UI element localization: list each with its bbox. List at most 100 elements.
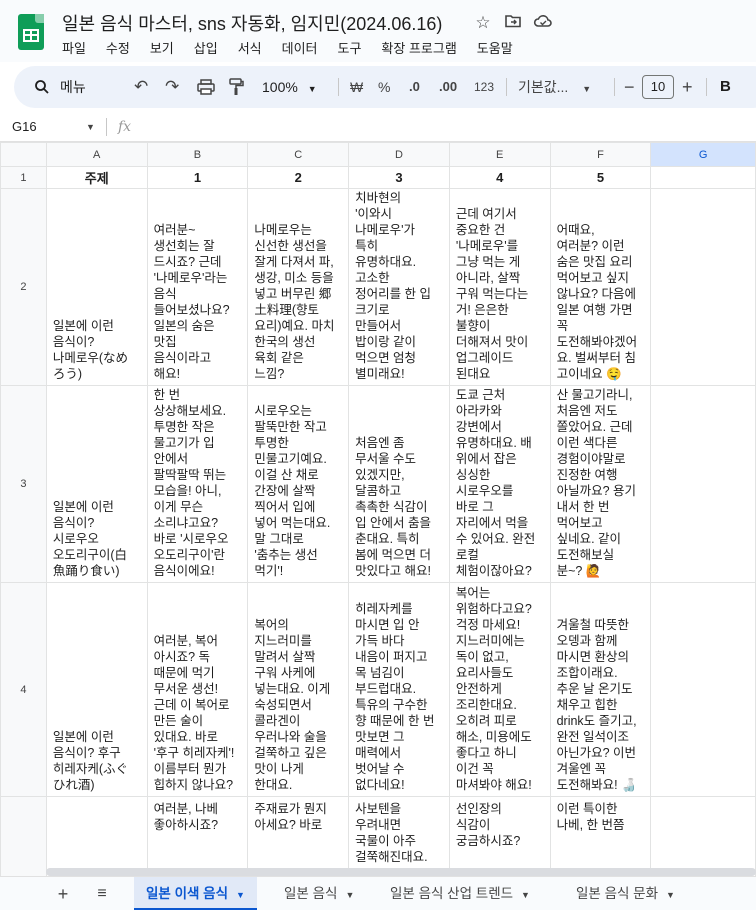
- sheet-tab[interactable]: 일본 음식 ▼: [272, 877, 366, 910]
- format-currency-button[interactable]: ₩: [350, 66, 363, 108]
- cell[interactable]: 치바현의 '이와시 나메로우'가 특히 유명하대요. 고소한 정어리를 한 입 …: [348, 188, 450, 386]
- title-bar: 일본 음식 마스터, sns 자동화, 임지민(2024.06.16) ☆ 파일…: [0, 0, 756, 62]
- cell[interactable]: [650, 582, 756, 797]
- menu-insert[interactable]: 삽입: [194, 38, 229, 57]
- cell[interactable]: 사보텐을 우려내면 국물이 아주 걸쭉해진대요.: [348, 796, 450, 876]
- formula-input[interactable]: [150, 112, 750, 142]
- column-header[interactable]: C: [247, 142, 350, 167]
- cell[interactable]: 선인장의 식감이 궁금하시죠?: [448, 796, 551, 876]
- cell[interactable]: 복어의 지느러미를 말려서 살짝 구워 사케에 넣는대요. 이게 숙성되면서 콜…: [247, 582, 350, 797]
- menu-extensions[interactable]: 확장 프로그램: [381, 38, 467, 57]
- cell[interactable]: [650, 166, 756, 189]
- toolbar-divider: [614, 78, 615, 96]
- cell[interactable]: 여러분~ 생선회는 잘 드시죠? 근데 '나메로우'라는 음식 들어보셨나요? …: [146, 188, 249, 386]
- all-sheets-menu-icon[interactable]: ≡: [89, 877, 115, 910]
- cell[interactable]: 히레자케를 마시면 입 안 가득 바다 내음이 퍼지고 목 넘김이 부드럽대요.…: [348, 582, 450, 797]
- cell[interactable]: [650, 188, 756, 386]
- menu-bar: 파일 수정 보기 삽입 서식 데이터 도구 확장 프로그램 도움말: [62, 38, 533, 57]
- menu-view[interactable]: 보기: [150, 38, 185, 57]
- cell-header-2[interactable]: 2: [247, 166, 350, 189]
- cell-header-3[interactable]: 3: [348, 166, 450, 189]
- cell[interactable]: 나메로우는 신선한 생선을 잘게 다져서 파, 생강, 미소 등을 넣고 버무린…: [247, 188, 350, 386]
- undo-icon[interactable]: ↶: [134, 66, 148, 108]
- bold-button[interactable]: B: [720, 66, 731, 108]
- zoom-select[interactable]: 100% ▼: [262, 66, 317, 108]
- row-header[interactable]: 1: [0, 166, 47, 189]
- menu-edit[interactable]: 수정: [106, 38, 141, 57]
- increase-decimal-button[interactable]: .00: [439, 66, 457, 108]
- chevron-down-icon: ▼: [345, 890, 355, 900]
- cell[interactable]: 복어는 위험하다고요? 걱정 마세요! 지느러미에는 독이 없고, 요리사들도 …: [448, 582, 551, 797]
- horizontal-scrollbar[interactable]: [46, 868, 756, 876]
- column-header[interactable]: B: [146, 142, 249, 167]
- cell[interactable]: 처음엔 좀 무서울 수도 있겠지만, 달콤하고 촉촉한 식감이 입 안에서 춤을…: [348, 385, 450, 583]
- cell[interactable]: 여러분, 복어 아시죠? 독 때문에 먹기 무서운 생선! 근데 이 복어로 만…: [146, 582, 249, 797]
- row-header[interactable]: [0, 796, 47, 876]
- print-icon[interactable]: [197, 66, 215, 108]
- chevron-down-icon: ▼: [521, 890, 530, 900]
- search-icon[interactable]: [34, 66, 50, 108]
- cell[interactable]: [650, 385, 756, 583]
- cell-header-4[interactable]: 4: [448, 166, 551, 189]
- column-header-selected[interactable]: G: [650, 142, 756, 167]
- toolbar-divider: [338, 78, 339, 96]
- column-header[interactable]: A: [45, 142, 148, 167]
- cell[interactable]: 여러분, 나베 좋아하시죠?: [146, 796, 249, 876]
- increase-font-size-icon[interactable]: +: [682, 66, 693, 108]
- menu-data[interactable]: 데이터: [282, 38, 329, 57]
- cell-topic[interactable]: [45, 796, 148, 876]
- font-size-input[interactable]: 10: [642, 75, 674, 99]
- cell-header-1[interactable]: 1: [146, 166, 249, 189]
- sheet-tab-active[interactable]: 일본 이색 음식 ▼: [134, 877, 257, 910]
- sheet-tab[interactable]: 일본 음식 산업 트렌드 ▼: [378, 877, 542, 910]
- menu-format[interactable]: 서식: [238, 38, 273, 57]
- star-icon[interactable]: ☆: [472, 12, 494, 34]
- toolbar-divider: [506, 78, 507, 96]
- menu-tools[interactable]: 도구: [338, 38, 373, 57]
- row-header[interactable]: 2: [0, 188, 47, 386]
- name-box[interactable]: G16: [12, 112, 37, 142]
- redo-icon[interactable]: ↷: [165, 66, 179, 108]
- cell[interactable]: 산 물고기라니, 처음엔 저도 쫄았어요. 근데 이런 색다른 경험이야말로 진…: [549, 385, 652, 583]
- select-all-corner[interactable]: [0, 142, 47, 167]
- chevron-down-icon[interactable]: ▼: [86, 112, 95, 142]
- menu-file[interactable]: 파일: [62, 38, 97, 57]
- cell-topic[interactable]: 일본에 이런 음식이? 시로우오 오도리구이(白 魚踊り食い): [45, 385, 148, 583]
- title-icons: ☆: [472, 12, 554, 34]
- cell[interactable]: [650, 796, 756, 876]
- search-menus-input[interactable]: 메뉴: [60, 66, 86, 108]
- column-header[interactable]: F: [549, 142, 652, 167]
- menu-help[interactable]: 도움말: [477, 38, 524, 57]
- column-header[interactable]: D: [348, 142, 450, 167]
- decrease-font-size-icon[interactable]: −: [624, 66, 635, 108]
- cell[interactable]: 주재료가 뭔지 아세요? 바로: [247, 796, 350, 876]
- column-header[interactable]: E: [448, 142, 551, 167]
- sheet-tabs-bar: + ≡ 일본 이색 음식 ▼ 일본 음식 ▼ 일본 음식 산업 트렌드 ▼ 일본 음식…: [0, 876, 756, 910]
- row-header[interactable]: 3: [0, 385, 47, 583]
- decrease-decimal-button[interactable]: .0: [409, 66, 420, 108]
- sheet-table: A B C D E F G 1 주제 1 2 3 4 5 2 일본에 이런 음식…: [0, 142, 756, 876]
- sheets-logo-icon[interactable]: [18, 14, 44, 50]
- cell-topic[interactable]: 일본에 이런 음식이? 후구 히레자케(ふぐ ひれ酒): [45, 582, 148, 797]
- sheet-tab[interactable]: 일본 음식 문화 ▼: [564, 877, 687, 910]
- move-to-folder-icon[interactable]: [502, 12, 524, 34]
- more-formats-button[interactable]: 123: [474, 66, 494, 108]
- document-title[interactable]: 일본 음식 마스터, sns 자동화, 임지민(2024.06.16): [62, 10, 442, 36]
- paint-format-icon[interactable]: [228, 66, 244, 108]
- cell-topic[interactable]: 일본에 이런 음식이? 나메로우(なめ ろう): [45, 188, 148, 386]
- cloud-status-icon[interactable]: [532, 12, 554, 34]
- cell[interactable]: 겨울철 따뜻한 오뎅과 함께 마시면 환상의 조합이래요. 추운 날 온기도 채…: [549, 582, 652, 797]
- cell[interactable]: 시로우오는 팔뚝만한 작고 투명한 민물고기예요. 이걸 산 채로 간장에 살짝…: [247, 385, 350, 583]
- cell-header-topic[interactable]: 주제: [45, 166, 148, 189]
- row-header[interactable]: 4: [0, 582, 47, 797]
- scrollbar-thumb[interactable]: [46, 868, 756, 876]
- cell[interactable]: 근데 여기서 중요한 건 '나메로우'를 그냥 먹는 게 아니라, 살짝 구워 …: [448, 188, 551, 386]
- cell-header-5[interactable]: 5: [549, 166, 652, 189]
- cell[interactable]: 이런 특이한 나베, 한 번쯤: [549, 796, 652, 876]
- format-percent-button[interactable]: %: [378, 66, 390, 108]
- cell[interactable]: 어때요, 여러분? 이런 숨은 맛집 요리 먹어보고 싶지 않나요? 다음에 일…: [549, 188, 652, 386]
- add-sheet-icon[interactable]: +: [50, 877, 76, 910]
- font-select[interactable]: 기본값... ▼: [518, 66, 591, 108]
- cell[interactable]: 도쿄 근처 아라카와 강변에서 유명하대요. 배 위에서 잡은 싱싱한 시로우오…: [448, 385, 551, 583]
- cell[interactable]: 한 번 상상해보세요. 투명한 작은 물고기가 입 안에서 팔딱팔딱 뛰는 모습…: [146, 385, 249, 583]
